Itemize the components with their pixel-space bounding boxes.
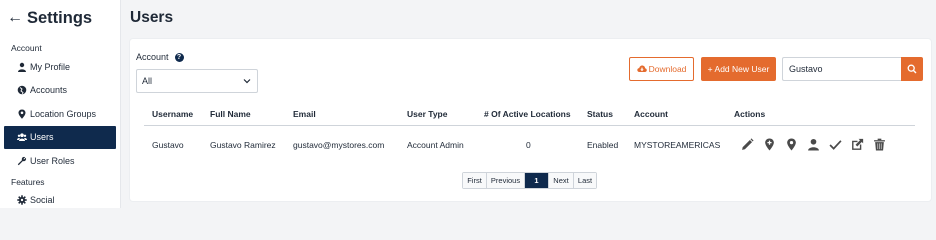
- sidebar-item-label: Accounts: [30, 85, 68, 96]
- pencil-icon[interactable]: [736, 136, 758, 152]
- cell-active-locations: 0: [526, 140, 531, 150]
- pagination: First Previous 1 Next Last: [462, 172, 597, 189]
- sidebar-item-label: User Roles: [30, 155, 75, 166]
- check-icon[interactable]: [824, 136, 846, 152]
- download-label: Download: [648, 64, 687, 74]
- add-new-user-button[interactable]: + Add New User: [701, 57, 776, 81]
- account-filter-label: Account ?: [136, 52, 184, 62]
- sidebar-section-features: Features: [11, 176, 45, 187]
- cell-status: Enabled: [587, 140, 619, 150]
- map-pin-icon: [16, 108, 28, 120]
- table-header-divider: [144, 125, 915, 126]
- sidebar-item-label: Users: [30, 132, 54, 143]
- page-title: Users: [130, 9, 174, 26]
- sidebar-header: ← Settings: [0, 0, 120, 36]
- pagination-last[interactable]: Last: [574, 173, 596, 188]
- gear-icon: [16, 194, 28, 206]
- help-icon[interactable]: ?: [174, 52, 184, 62]
- sidebar-item-user-roles[interactable]: User Roles: [0, 149, 120, 173]
- account-select[interactable]: All: [136, 69, 258, 93]
- trash-icon[interactable]: [868, 136, 890, 152]
- column-header-user-type[interactable]: User Type: [407, 109, 447, 119]
- column-header-account[interactable]: Account: [634, 109, 668, 119]
- globe-icon: [16, 84, 28, 96]
- account-label-text: Account: [136, 52, 169, 62]
- arrow-left-icon[interactable]: ←: [7, 10, 25, 26]
- add-location-icon[interactable]: [758, 136, 780, 152]
- sidebar-item-location-groups[interactable]: Location Groups: [0, 102, 120, 126]
- column-header-active-locations[interactable]: # Of Active Locations: [484, 109, 571, 119]
- column-header-status[interactable]: Status: [587, 109, 613, 119]
- sidebar: ← Settings Account My Profile Accounts L…: [0, 0, 121, 208]
- cloud-download-icon: [636, 65, 647, 72]
- cell-account: MYSTOREAMERICAS: [634, 140, 721, 150]
- sidebar-item-label: Location Groups: [30, 108, 97, 119]
- sidebar-item-accounts[interactable]: Accounts: [0, 79, 120, 103]
- cell-username: Gustavo: [152, 140, 184, 150]
- column-header-actions: Actions: [734, 109, 766, 119]
- search-input[interactable]: [782, 57, 902, 81]
- search-button[interactable]: [901, 57, 923, 81]
- pagination-next[interactable]: Next: [549, 173, 574, 188]
- sidebar-item-label: Social: [30, 195, 55, 206]
- cell-full-name: Gustavo Ramirez: [210, 140, 276, 150]
- pagination-previous[interactable]: Previous: [487, 173, 525, 188]
- sidebar-title: Settings: [27, 8, 93, 27]
- external-link-icon[interactable]: [846, 136, 868, 152]
- location-pin-icon[interactable]: [780, 136, 802, 152]
- chevron-down-icon: [243, 79, 251, 84]
- search-icon: [907, 64, 917, 74]
- sidebar-item-social[interactable]: Social: [0, 189, 120, 213]
- users-icon: [16, 131, 28, 143]
- wrench-icon: [16, 155, 28, 167]
- user-icon[interactable]: [802, 136, 824, 152]
- column-header-full-name[interactable]: Full Name: [210, 109, 251, 119]
- sidebar-item-users[interactable]: Users: [4, 125, 116, 149]
- pagination-first[interactable]: First: [463, 173, 487, 188]
- sidebar-item-my-profile[interactable]: My Profile: [0, 55, 120, 79]
- sidebar-section-account: Account: [11, 43, 42, 53]
- column-header-email[interactable]: Email: [293, 109, 316, 119]
- cell-email: gustavo@mystores.com: [293, 140, 385, 150]
- cell-user-type: Account Admin: [407, 140, 464, 150]
- users-card: Account ? All Download + Add New User Us…: [130, 39, 931, 201]
- download-button[interactable]: Download: [629, 57, 694, 81]
- account-select-value: All: [142, 76, 153, 86]
- pagination-page-1[interactable]: 1: [525, 173, 549, 188]
- row-actions: [736, 136, 890, 152]
- user-icon: [16, 61, 28, 73]
- column-header-username[interactable]: Username: [152, 109, 193, 119]
- sidebar-item-label: My Profile: [30, 61, 71, 72]
